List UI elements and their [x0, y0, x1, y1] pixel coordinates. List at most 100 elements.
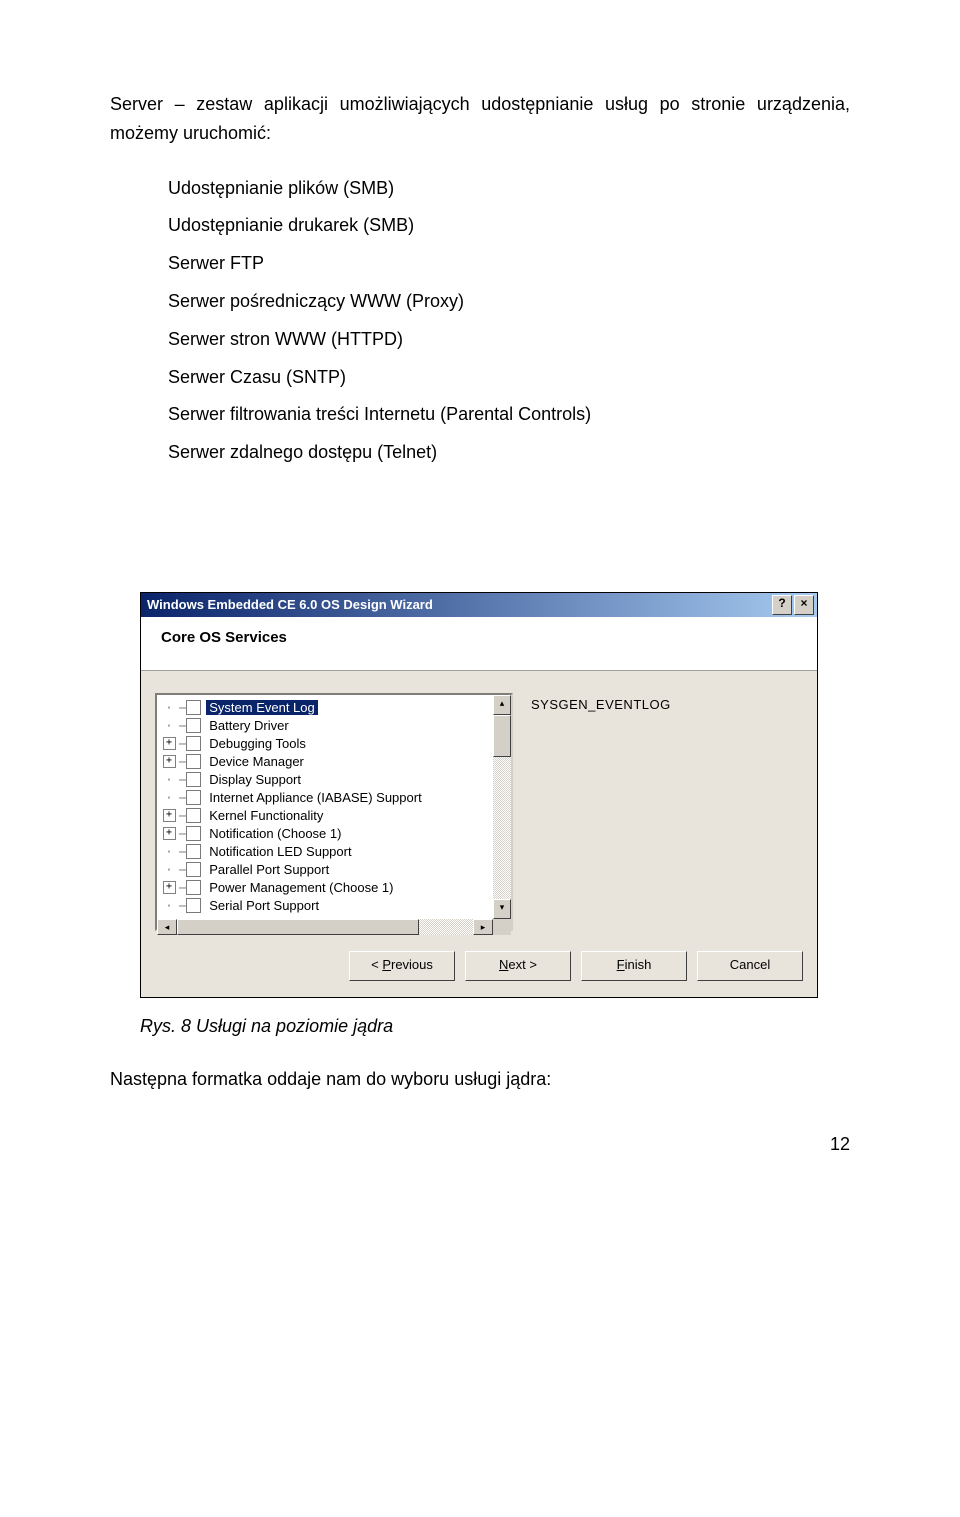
tree-item[interactable]: +─ Notification (Choose 1)	[159, 825, 493, 843]
checkbox[interactable]	[186, 862, 201, 877]
figure-caption: Rys. 8 Usługi na poziomie jądra	[140, 1016, 850, 1037]
tree-connector-icon: ─	[179, 720, 186, 732]
btn-prefix: <	[371, 957, 382, 972]
checkbox[interactable]	[186, 736, 201, 751]
wizard-dialog: Windows Embedded CE 6.0 OS Design Wizard…	[140, 592, 818, 998]
list-item: Serwer filtrowania treści Internetu (Par…	[168, 396, 850, 434]
tree-item[interactable]: · ─ Parallel Port Support	[159, 861, 493, 879]
window-title: Windows Embedded CE 6.0 OS Design Wizard	[147, 597, 770, 612]
tree-item[interactable]: · ─ Serial Port Support	[159, 897, 493, 915]
close-button[interactable]: ×	[794, 595, 814, 615]
scrollbar-corner	[493, 919, 511, 935]
scroll-right-icon[interactable]: ▸	[473, 919, 493, 935]
tree-connector-icon: ·	[165, 864, 172, 876]
btn-hotkey: N	[499, 957, 508, 972]
tree-item-label[interactable]: Power Management (Choose 1)	[206, 880, 396, 895]
list-item: Serwer Czasu (SNTP)	[168, 359, 850, 397]
tree-item[interactable]: +─ Device Manager	[159, 753, 493, 771]
tree-item-label[interactable]: Device Manager	[206, 754, 307, 769]
vertical-scrollbar[interactable]: ▴ ▾	[493, 695, 511, 919]
tree-item[interactable]: +─ Kernel Functionality	[159, 807, 493, 825]
checkbox[interactable]	[186, 898, 201, 913]
tree-item-label[interactable]: Notification (Choose 1)	[206, 826, 344, 841]
btn-rest: Cancel	[730, 957, 770, 972]
tree-item-label[interactable]: Kernel Functionality	[206, 808, 326, 823]
tree-item-label[interactable]: Battery Driver	[206, 718, 291, 733]
help-button[interactable]: ?	[772, 595, 792, 615]
btn-rest: ext >	[508, 957, 537, 972]
tree-connector-icon: ─	[179, 828, 186, 840]
dialog-heading: Core OS Services	[141, 617, 817, 671]
tree-view[interactable]: ·─System Event Log·─Battery Driver+─Debu…	[155, 693, 513, 931]
tree-connector-icon: ·	[165, 774, 172, 786]
tree-connector-icon: ─	[179, 882, 186, 894]
intro-text: Server – zestaw aplikacji umożliwiającyc…	[110, 90, 850, 148]
tree-connector-icon: ─	[179, 864, 186, 876]
tree-connector-icon: ·	[165, 720, 172, 732]
tree-connector-icon: ─	[179, 810, 186, 822]
list-item: Serwer stron WWW (HTTPD)	[168, 321, 850, 359]
tree-item[interactable]: · ─ Internet Appliance (IABASE) Support	[159, 789, 493, 807]
tree-item-label[interactable]: Display Support	[206, 772, 304, 787]
list-item: Serwer pośredniczący WWW (Proxy)	[168, 283, 850, 321]
checkbox[interactable]	[186, 844, 201, 859]
btn-hotkey: F	[617, 957, 625, 972]
expand-icon[interactable]: +	[163, 827, 176, 840]
list-item: Serwer FTP	[168, 245, 850, 283]
tree-connector-icon: ─	[179, 792, 186, 804]
tree-item-label[interactable]: Serial Port Support	[206, 898, 322, 913]
checkbox[interactable]	[186, 808, 201, 823]
tree-connector-icon: ─	[179, 702, 186, 714]
checkbox[interactable]	[186, 754, 201, 769]
tree-item-label[interactable]: Notification LED Support	[206, 844, 354, 859]
scroll-left-icon[interactable]: ◂	[157, 919, 177, 935]
scroll-thumb[interactable]	[493, 715, 511, 757]
expand-icon[interactable]: +	[163, 755, 176, 768]
checkbox[interactable]	[186, 718, 201, 733]
scroll-up-icon[interactable]: ▴	[493, 695, 511, 715]
tree-connector-icon: ·	[165, 846, 172, 858]
sysgen-label: SYSGEN_EVENTLOG	[531, 693, 671, 931]
tree-connector-icon: ─	[179, 738, 186, 750]
next-button[interactable]: Next >	[465, 951, 571, 981]
list-item: Udostępnianie drukarek (SMB)	[168, 207, 850, 245]
tree-connector-icon: ─	[179, 846, 186, 858]
tree-item-label[interactable]: Parallel Port Support	[206, 862, 332, 877]
btn-rest: revious	[391, 957, 433, 972]
cancel-button[interactable]: Cancel	[697, 951, 803, 981]
checkbox[interactable]	[186, 880, 201, 895]
finish-button[interactable]: Finish	[581, 951, 687, 981]
tree-item[interactable]: +─ Power Management (Choose 1)	[159, 879, 493, 897]
tree-connector-icon: ─	[179, 774, 186, 786]
btn-rest: inish	[625, 957, 652, 972]
expand-icon[interactable]: +	[163, 737, 176, 750]
tree-connector-icon: ─	[179, 756, 186, 768]
checkbox[interactable]	[186, 700, 201, 715]
tree-item-label[interactable]: Debugging Tools	[206, 736, 309, 751]
btn-hotkey: P	[382, 957, 391, 972]
tree-item[interactable]: +─ Debugging Tools	[159, 735, 493, 753]
titlebar[interactable]: Windows Embedded CE 6.0 OS Design Wizard…	[141, 593, 817, 617]
tree-item[interactable]: · ─ Display Support	[159, 771, 493, 789]
tree-item[interactable]: · ─ Battery Driver	[159, 717, 493, 735]
feature-list: Udostępnianie plików (SMB) Udostępnianie…	[168, 170, 850, 472]
list-item: Udostępnianie plików (SMB)	[168, 170, 850, 208]
horizontal-scrollbar[interactable]: ◂ ▸	[157, 919, 511, 935]
scroll-thumb[interactable]	[177, 919, 419, 935]
list-item: Serwer zdalnego dostępu (Telnet)	[168, 434, 850, 472]
scroll-down-icon[interactable]: ▾	[493, 899, 511, 919]
tree-connector-icon: ─	[179, 900, 186, 912]
expand-icon[interactable]: +	[163, 881, 176, 894]
previous-button[interactable]: < Previous	[349, 951, 455, 981]
tree-item[interactable]: ·─System Event Log	[159, 699, 493, 717]
closing-text: Następna formatka oddaje nam do wyboru u…	[110, 1065, 850, 1094]
tree-item-label[interactable]: Internet Appliance (IABASE) Support	[206, 790, 424, 805]
expand-icon[interactable]: +	[163, 809, 176, 822]
tree-connector-icon: ·	[165, 900, 172, 912]
checkbox[interactable]	[186, 772, 201, 787]
checkbox[interactable]	[186, 826, 201, 841]
checkbox[interactable]	[186, 790, 201, 805]
tree-item[interactable]: · ─ Notification LED Support	[159, 843, 493, 861]
tree-connector-icon: ·	[165, 792, 172, 804]
tree-item-label[interactable]: System Event Log	[206, 700, 318, 715]
